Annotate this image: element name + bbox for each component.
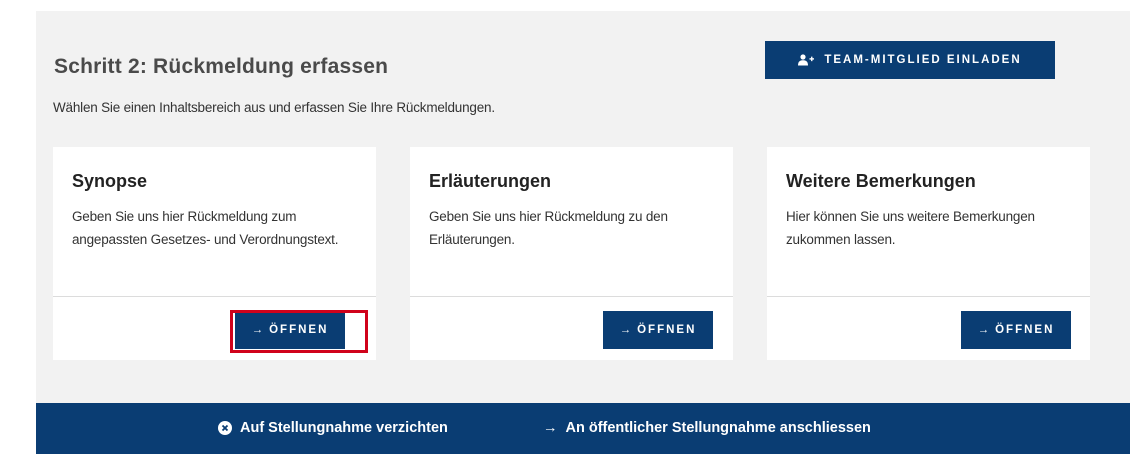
card-divider <box>53 296 376 297</box>
open-erlaeuterungen-button[interactable]: → ÖFFNEN <box>603 311 713 349</box>
card-synopse: Synopse Geben Sie uns hier Rückmeldung z… <box>53 147 376 360</box>
add-user-icon <box>798 54 815 66</box>
open-button-label: ÖFFNEN <box>269 324 329 336</box>
close-circle-icon <box>218 421 232 435</box>
decline-statement-label: Auf Stellungnahme verzichten <box>240 420 448 436</box>
page-title: Schritt 2: Rückmeldung erfassen <box>54 55 389 78</box>
page-subtitle: Wählen Sie einen Inhaltsbereich aus und … <box>53 100 495 115</box>
card-description: Hier können Sie uns weitere Bemerkungen … <box>786 209 1035 247</box>
card-title: Synopse <box>72 171 148 191</box>
open-synopse-button[interactable]: → ÖFFNEN <box>235 311 345 349</box>
join-statement-link[interactable]: → An öffentlicher Stellungnahme anschlie… <box>543 420 871 436</box>
feedback-panel: Schritt 2: Rückmeldung erfassen Wählen S… <box>36 11 1130 403</box>
open-weitere-bemerkungen-button[interactable]: → ÖFFNEN <box>961 311 1071 349</box>
arrow-right-icon: → <box>251 324 266 336</box>
invite-button-label: TEAM-MITGLIED EINLADEN <box>824 54 1022 66</box>
card-title: Erläuterungen <box>429 171 552 191</box>
card-title: Weitere Bemerkungen <box>786 171 976 191</box>
card-weitere-bemerkungen: Weitere Bemerkungen Hier können Sie uns … <box>767 147 1090 360</box>
decline-statement-link[interactable]: Auf Stellungnahme verzichten <box>218 420 448 436</box>
invite-team-member-button[interactable]: TEAM-MITGLIED EINLADEN <box>765 41 1055 79</box>
join-statement-label: An öffentlicher Stellungnahme anschliess… <box>565 420 871 436</box>
open-button-label: ÖFFNEN <box>637 324 697 336</box>
arrow-right-icon: → <box>977 324 992 336</box>
card-divider <box>767 296 1090 297</box>
card-erlaeuterungen: Erläuterungen Geben Sie uns hier Rückmel… <box>410 147 733 360</box>
arrow-right-icon: → <box>619 324 634 336</box>
open-button-label: ÖFFNEN <box>995 324 1055 336</box>
card-description: Geben Sie uns hier Rückmeldung zum angep… <box>72 209 339 247</box>
card-divider <box>410 296 733 297</box>
footer-bar: Auf Stellungnahme verzichten → An öffent… <box>36 403 1130 454</box>
arrow-right-icon: → <box>543 420 558 436</box>
card-description: Geben Sie uns hier Rückmeldung zu den Er… <box>429 209 668 247</box>
